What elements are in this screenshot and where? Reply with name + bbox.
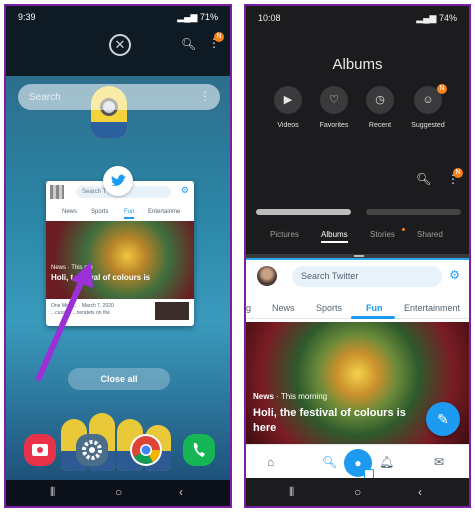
tab-partial[interactable]: g (246, 303, 251, 313)
story-headline: Holi, the festival of colours is here (253, 407, 406, 434)
search-icon[interactable]: 🔍︎ (181, 37, 196, 51)
screen-recorder-app-icon[interactable] (24, 434, 56, 466)
avatar[interactable] (257, 266, 277, 286)
profile-icon[interactable]: ● (344, 449, 374, 479)
navigation-bar: ⦀ ○ ‹ (6, 480, 230, 506)
twitter-app-icon[interactable] (103, 166, 133, 196)
back-nav-icon[interactable]: ‹ (418, 485, 422, 499)
divider-handle[interactable] (354, 255, 364, 257)
home-nav-icon[interactable]: ○ (115, 485, 122, 499)
close-icon[interactable]: ✕ (109, 34, 131, 56)
navigation-bar: ⦀ ○ ‹ (246, 478, 469, 506)
search-placeholder: Search (29, 92, 61, 103)
category-favorites[interactable]: ♡ Favorites (310, 86, 358, 129)
card-tabs: News Sports Fun Entertainme (46, 206, 194, 220)
story-category: News (253, 392, 274, 401)
card-thumbnail (155, 302, 189, 320)
category-videos[interactable]: ▶ Videos (264, 86, 312, 129)
story-time: · This morning (273, 392, 328, 401)
phone-split-screen: 10:08 ▂▄▆ 74% Albums ▶ Videos ♡ Favorite… (244, 4, 471, 508)
recents-search-bar[interactable]: Search ⋮ (18, 84, 220, 110)
stories-dot (402, 228, 405, 231)
gallery-app: 10:08 ▂▄▆ 74% Albums ▶ Videos ♡ Favorite… (246, 6, 469, 254)
tab-sports[interactable]: Sports (316, 303, 342, 313)
search-icon[interactable]: 🔍︎ (416, 172, 431, 186)
avatar (50, 185, 64, 199)
status-time: 10:08 (258, 13, 281, 23)
video-icon: ▶ (274, 86, 302, 114)
recents-nav-icon[interactable]: ⦀ (50, 485, 55, 500)
notification-badge: N (453, 168, 463, 178)
compose-tweet-button[interactable]: ✎ (426, 402, 460, 436)
bottom-tab-bar: ⌂ 🔍︎ ● 🔔︎ ✉ (246, 444, 469, 482)
tab-shared[interactable]: Shared (417, 230, 443, 239)
settings-app-icon[interactable] (76, 434, 108, 466)
page-title: Albums (332, 56, 383, 73)
recents-nav-icon[interactable]: ⦀ (289, 485, 294, 500)
back-nav-icon[interactable]: ‹ (179, 485, 183, 499)
active-tab-indicator (351, 316, 395, 319)
battery-level: 74% (438, 13, 457, 23)
messages-icon[interactable]: ✉ (434, 455, 444, 469)
album-strip (256, 209, 351, 215)
tab-entertainment[interactable]: Entertainment (404, 303, 460, 313)
home-icon[interactable]: ⌂ (267, 455, 274, 469)
suggested-badge: N (437, 84, 447, 94)
signal-icon: ▂▄▆ (177, 12, 200, 22)
tab-fun[interactable]: Fun (366, 303, 383, 313)
category-recent[interactable]: ◷ Recent (356, 86, 404, 129)
gallery-tabs: Pictures Albums Stories Shared (246, 228, 469, 244)
search-icon[interactable]: 🔍︎ (322, 455, 337, 469)
album-strip (366, 209, 461, 215)
home-nav-icon[interactable]: ○ (354, 485, 361, 499)
close-all-button[interactable]: Close all (68, 368, 170, 390)
search-input[interactable]: Search Twitter (292, 266, 442, 287)
status-bar: 9:39 ▂▄▆ 71% (6, 6, 230, 28)
tab-albums[interactable]: Albums (321, 230, 348, 243)
gear-icon[interactable]: ⚙ (449, 268, 460, 282)
twitter-bird-icon (111, 174, 126, 186)
category-suggested[interactable]: ☺ Suggested N (404, 84, 452, 129)
battery-level: 71% (199, 12, 218, 22)
chrome-app-icon[interactable] (130, 434, 162, 466)
gear-icon: ⚙ (180, 185, 189, 195)
signal-icon: ▂▄▆ (416, 13, 439, 23)
phone-app-icon[interactable] (183, 434, 215, 466)
swipe-arrow-annotation (36, 262, 93, 381)
twitter-app: Search Twitter ⚙ g News Sports Fun Enter… (246, 258, 469, 482)
status-time: 9:39 (18, 12, 36, 22)
clock-icon: ◷ (366, 86, 394, 114)
notification-badge: N (214, 32, 224, 42)
heart-icon: ♡ (320, 86, 348, 114)
explore-tabs: g News Sports Fun Entertainment (246, 297, 469, 319)
tab-stories[interactable]: Stories (370, 230, 395, 239)
notifications-icon[interactable]: 🔔︎ (379, 455, 394, 469)
tab-news[interactable]: News (272, 303, 295, 313)
phone-recent-apps: 9:39 ▂▄▆ 71% ✕ 🔍︎ ⋮ N Search ⋮ Search T … (4, 4, 232, 508)
tab-pictures[interactable]: Pictures (270, 230, 299, 239)
more-options-icon[interactable]: ⋮ (199, 89, 211, 103)
